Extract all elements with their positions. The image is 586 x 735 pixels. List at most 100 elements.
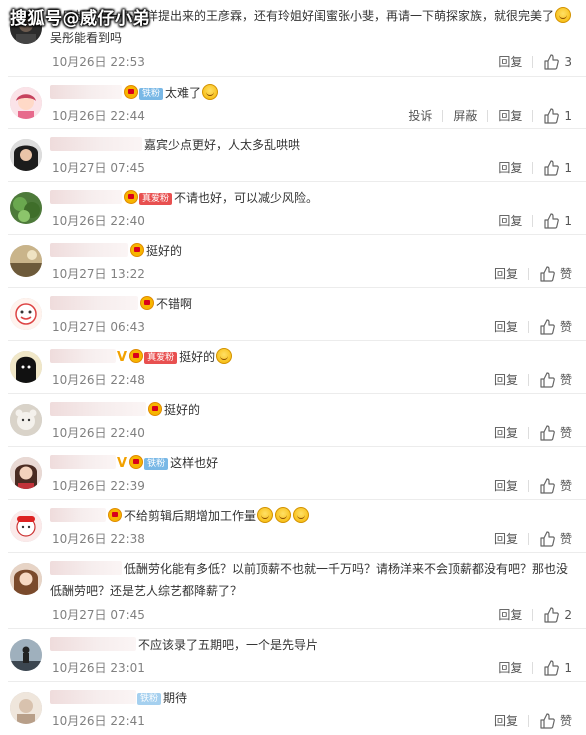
comment-actions: 回复 赞: [494, 477, 572, 494]
thumbs-up-icon: [540, 424, 555, 441]
like-button[interactable]: 赞: [539, 371, 572, 388]
comment-head: 嘉宾少点更好，人太多乱哄哄: [50, 135, 572, 155]
divider: [532, 608, 534, 621]
username[interactable]: [50, 690, 136, 704]
comment-time: 10月26日 23:01: [52, 661, 145, 675]
username[interactable]: [50, 508, 106, 522]
comment-item: V 铁粉 这样也好 10月26日 22:39 回复 赞: [0, 447, 586, 500]
reply-button[interactable]: 回复: [498, 159, 522, 176]
reply-button[interactable]: 回复: [494, 477, 518, 494]
reply-button[interactable]: 回复: [498, 659, 522, 676]
thumbs-up-icon: [540, 712, 555, 729]
comment-text: 挺好的: [146, 244, 183, 258]
username[interactable]: [50, 296, 138, 310]
divider: [527, 532, 529, 545]
like-label: 赞: [559, 373, 572, 387]
comment-time: 10月27日 07:45: [52, 161, 145, 175]
avatar[interactable]: [10, 692, 42, 724]
username[interactable]: [50, 85, 122, 99]
avatar[interactable]: [10, 639, 42, 671]
avatar[interactable]: [10, 192, 42, 224]
comment-time: 10月26日 22:41: [52, 714, 145, 728]
like-button[interactable]: 赞: [539, 265, 572, 282]
avatar[interactable]: [10, 404, 42, 436]
thumbs-up-icon: [544, 107, 560, 124]
thumbs-up-icon: [540, 477, 555, 494]
like-button[interactable]: 3: [543, 53, 572, 70]
like-button[interactable]: 2: [543, 606, 572, 623]
like-count: 2: [564, 607, 572, 622]
report-button[interactable]: 投诉: [408, 107, 432, 124]
username[interactable]: [50, 190, 122, 204]
reply-button[interactable]: 回复: [498, 53, 522, 70]
like-label: 赞: [559, 320, 572, 334]
divider: [527, 320, 529, 333]
reply-button[interactable]: 回复: [498, 107, 522, 124]
like-button[interactable]: 1: [543, 659, 572, 676]
avatar[interactable]: [10, 139, 42, 171]
like-button[interactable]: 赞: [539, 712, 572, 729]
thumbs-up-icon: [544, 53, 560, 70]
comment-time: 10月26日 22:53: [52, 55, 145, 69]
avatar[interactable]: [10, 298, 42, 330]
like-button[interactable]: 赞: [539, 530, 572, 547]
crown-badge-icon: [130, 243, 144, 257]
divider: [532, 161, 534, 174]
username[interactable]: [50, 637, 136, 651]
like-button[interactable]: 赞: [539, 424, 572, 441]
comment-actions: 回复 1: [498, 212, 572, 229]
avatar[interactable]: [10, 510, 42, 542]
comment-head: V 铁粉 这样也好: [50, 453, 572, 474]
block-button[interactable]: 屏蔽: [453, 107, 477, 124]
avatar[interactable]: [10, 351, 42, 383]
like-button[interactable]: 赞: [539, 477, 572, 494]
comment-time: 10月26日 22:39: [52, 479, 145, 493]
comment-actions: 回复 赞: [494, 712, 572, 729]
like-label: 赞: [559, 714, 572, 728]
comment-item: V 真爱粉 挺好的 10月26日 22:48 回复 赞: [0, 341, 586, 394]
username[interactable]: [50, 455, 116, 469]
comment-head: V 真爱粉 挺好的: [50, 347, 572, 368]
thumbs-up-icon: [544, 659, 560, 676]
reply-button[interactable]: 回复: [494, 265, 518, 282]
comment-head: 真爱粉 不请也好，可以减少风险。: [50, 188, 572, 208]
like-label: 赞: [559, 426, 572, 440]
username[interactable]: [50, 349, 116, 363]
like-count: 3: [564, 54, 572, 69]
username[interactable]: [50, 402, 146, 416]
comment-head: 铁粉 太难了: [50, 83, 572, 103]
comment-actions: 回复 3: [498, 53, 572, 70]
reply-button[interactable]: 回复: [498, 212, 522, 229]
divider: [487, 109, 489, 122]
thumbs-up-icon: [544, 606, 560, 623]
like-button[interactable]: 1: [543, 212, 572, 229]
avatar[interactable]: [10, 245, 42, 277]
thumbs-up-icon: [540, 318, 555, 335]
avatar[interactable]: [10, 563, 42, 595]
comment-item: 嘉宾少点更好，人太多乱哄哄 10月27日 07:45 回复 1: [0, 129, 586, 182]
fan-badge: 铁粉: [137, 693, 162, 705]
username[interactable]: [50, 137, 142, 151]
reply-button[interactable]: 回复: [494, 318, 518, 335]
like-button[interactable]: 1: [543, 159, 572, 176]
reply-button[interactable]: 回复: [494, 424, 518, 441]
comment-item: 不应该录了五期吧，一个是先导片 10月26日 23:01 回复 1: [0, 629, 586, 682]
divider: [527, 714, 529, 727]
reply-button[interactable]: 回复: [494, 530, 518, 547]
thumbs-up-icon: [544, 212, 560, 229]
like-button[interactable]: 1: [543, 107, 572, 124]
username[interactable]: [50, 561, 122, 575]
avatar[interactable]: [10, 87, 42, 119]
laugh-emoji-icon: [293, 507, 310, 523]
comment-text: 不给剪辑后期增加工作量: [124, 509, 257, 523]
laugh-emoji-icon: [257, 507, 274, 523]
avatar[interactable]: [10, 457, 42, 489]
reply-button[interactable]: 回复: [498, 606, 522, 623]
divider: [527, 426, 529, 439]
reply-button[interactable]: 回复: [494, 712, 518, 729]
comment-item: 铁粉 太难了 10月26日 22:44 投诉 屏蔽 回复 1: [0, 77, 586, 129]
username[interactable]: [50, 243, 128, 257]
like-button[interactable]: 赞: [539, 318, 572, 335]
comment-time: 10月27日 07:45: [52, 608, 145, 622]
reply-button[interactable]: 回复: [494, 371, 518, 388]
